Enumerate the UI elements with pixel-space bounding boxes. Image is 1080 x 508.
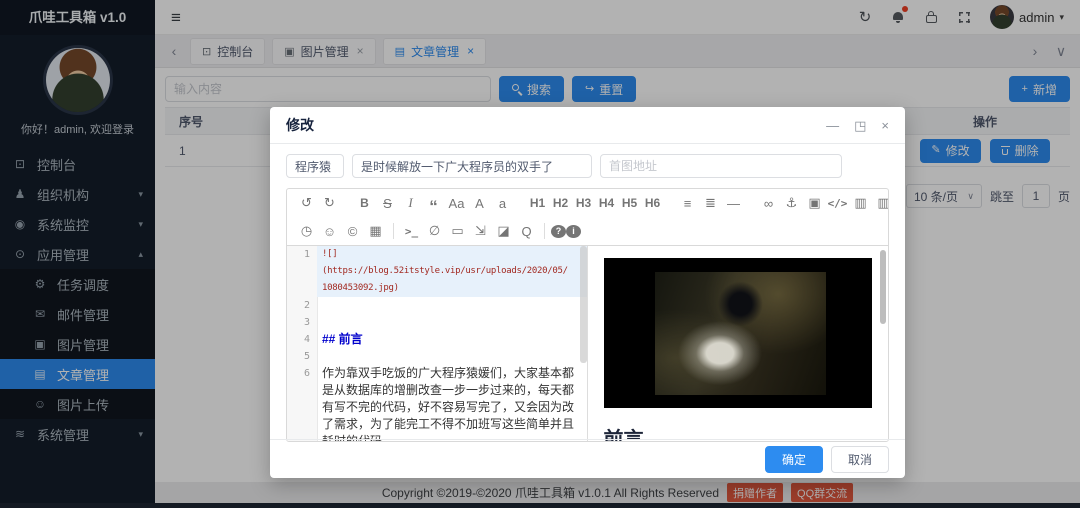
redo-icon[interactable]: ↻ [318, 192, 341, 214]
page: 爪哇工具箱 v1.0 你好！admin, 欢迎登录 ⊡控制台♟组织机构▾◉系统监… [0, 0, 1080, 508]
h1-icon[interactable]: H1 [526, 192, 549, 214]
anchor-icon[interactable]: ⚓ [780, 192, 803, 214]
code-line[interactable]: 4## 前言 [287, 331, 587, 348]
goto-line-icon[interactable]: >_ [400, 220, 423, 242]
markdown-editor: ↺↻BSI“AaAaH1H2H3H4H5H6≡≣—∞⚓▣</>▥▥⊞ ◷☺©▦>… [286, 188, 889, 442]
code-line[interactable]: 5 [287, 348, 587, 365]
emoji-icon[interactable]: ☺ [318, 220, 341, 242]
quote-icon[interactable]: “ [422, 188, 445, 218]
close-icon[interactable]: × [881, 119, 889, 132]
confirm-button[interactable]: 确定 [765, 446, 823, 473]
pagebreak-icon[interactable]: ▦ [364, 220, 387, 242]
h3-icon[interactable]: H3 [572, 192, 595, 214]
preview-scrollbar[interactable] [880, 250, 886, 324]
edit-modal: 修改 — ◳ × ↺↻BSI“AaAaH1H2H3H4H5H6≡≣—∞⚓▣</>… [270, 107, 905, 478]
inline-code-icon[interactable]: </> [826, 192, 849, 214]
undo-icon[interactable]: ↺ [295, 192, 318, 214]
toolbar-separator [544, 223, 545, 239]
h5-icon[interactable]: H5 [618, 192, 641, 214]
markdown-preview-pane: 前言 [588, 246, 889, 441]
title-input[interactable] [352, 154, 592, 178]
code-text: 作为靠双手吃饭的广大程序猿媛们，大家基本都是从数据库的增删改查一步一步过来的，每… [317, 365, 587, 441]
editor-toolbar-row1: ↺↻BSI“AaAaH1H2H3H4H5H6≡≣—∞⚓▣</>▥▥⊞ [287, 189, 888, 217]
editor-toolbar-row2: ◷☺©▦ >_∅▭⇲◪Q?i [287, 217, 888, 246]
cover-url-input[interactable] [600, 154, 842, 178]
code-text: ## 前言 [317, 331, 587, 348]
modal-footer: 确定 取消 [270, 439, 905, 478]
cancel-button[interactable]: 取消 [831, 446, 889, 473]
code-line[interactable]: 2 [287, 297, 587, 314]
code-text: ![] (https://blog.52itstyle.vip/usr/uplo… [317, 246, 587, 297]
modal-header: 修改 — ◳ × [270, 107, 905, 144]
link-icon[interactable]: ∞ [757, 192, 780, 214]
line-number: 1 [287, 246, 317, 297]
code-line[interactable]: 3 [287, 314, 587, 331]
code-block-icon[interactable]: ▥ [849, 192, 872, 214]
code-line[interactable]: 6作为靠双手吃饭的广大程序猿媛们，大家基本都是从数据库的增删改查一步一步过来的，… [287, 365, 587, 441]
strikethrough-icon[interactable]: S [376, 192, 399, 214]
line-number: 3 [287, 314, 317, 331]
ucwords-icon[interactable]: Aa [445, 192, 468, 214]
preformatted-icon[interactable]: ▥ [872, 192, 889, 214]
italic-icon[interactable]: I [399, 192, 422, 214]
clear-icon[interactable]: ◪ [492, 220, 515, 242]
code-text [317, 348, 587, 365]
info-icon[interactable]: i [566, 225, 581, 238]
line-number: 4 [287, 331, 317, 348]
watch-icon[interactable]: ∅ [423, 220, 446, 242]
markdown-source-pane[interactable]: 1![] (https://blog.52itstyle.vip/usr/upl… [287, 246, 588, 441]
editor-body: 1![] (https://blog.52itstyle.vip/usr/upl… [287, 246, 888, 441]
bold-icon[interactable]: B [353, 192, 376, 214]
h2-icon[interactable]: H2 [549, 192, 572, 214]
h4-icon[interactable]: H4 [595, 192, 618, 214]
code-line[interactable]: 1![] (https://blog.52itstyle.vip/usr/upl… [287, 246, 587, 297]
help-icon[interactable]: ? [551, 225, 566, 238]
h6-icon[interactable]: H6 [641, 192, 664, 214]
uppercase-icon[interactable]: A [468, 192, 491, 214]
horizontal-rule-icon[interactable]: — [722, 192, 745, 214]
modal-window-controls: — ◳ × [826, 119, 889, 132]
preview-image-scene [655, 272, 827, 395]
minimize-icon[interactable]: — [826, 119, 839, 132]
image-icon[interactable]: ▣ [803, 192, 826, 214]
html-entities-icon[interactable]: © [341, 220, 364, 242]
code-text [317, 314, 587, 331]
line-number: 5 [287, 348, 317, 365]
toolbar-separator [393, 223, 394, 239]
preview-image[interactable] [604, 258, 873, 408]
author-input[interactable] [286, 154, 344, 178]
fullscreen-icon[interactable]: ⇲ [469, 220, 492, 242]
ordered-list-icon[interactable]: ≣ [699, 192, 722, 214]
article-fields [286, 154, 889, 178]
unordered-list-icon[interactable]: ≡ [676, 192, 699, 214]
maximize-icon[interactable]: ◳ [854, 119, 866, 132]
modal-title: 修改 [286, 115, 314, 135]
code-text [317, 297, 587, 314]
line-number: 6 [287, 365, 317, 441]
preview-icon[interactable]: ▭ [446, 220, 469, 242]
lowercase-icon[interactable]: a [491, 192, 514, 214]
datetime-icon[interactable]: ◷ [295, 220, 318, 242]
line-number: 2 [287, 297, 317, 314]
search-icon[interactable]: Q [515, 220, 538, 242]
modal-body: ↺↻BSI“AaAaH1H2H3H4H5H6≡≣—∞⚓▣</>▥▥⊞ ◷☺©▦>… [270, 144, 905, 442]
